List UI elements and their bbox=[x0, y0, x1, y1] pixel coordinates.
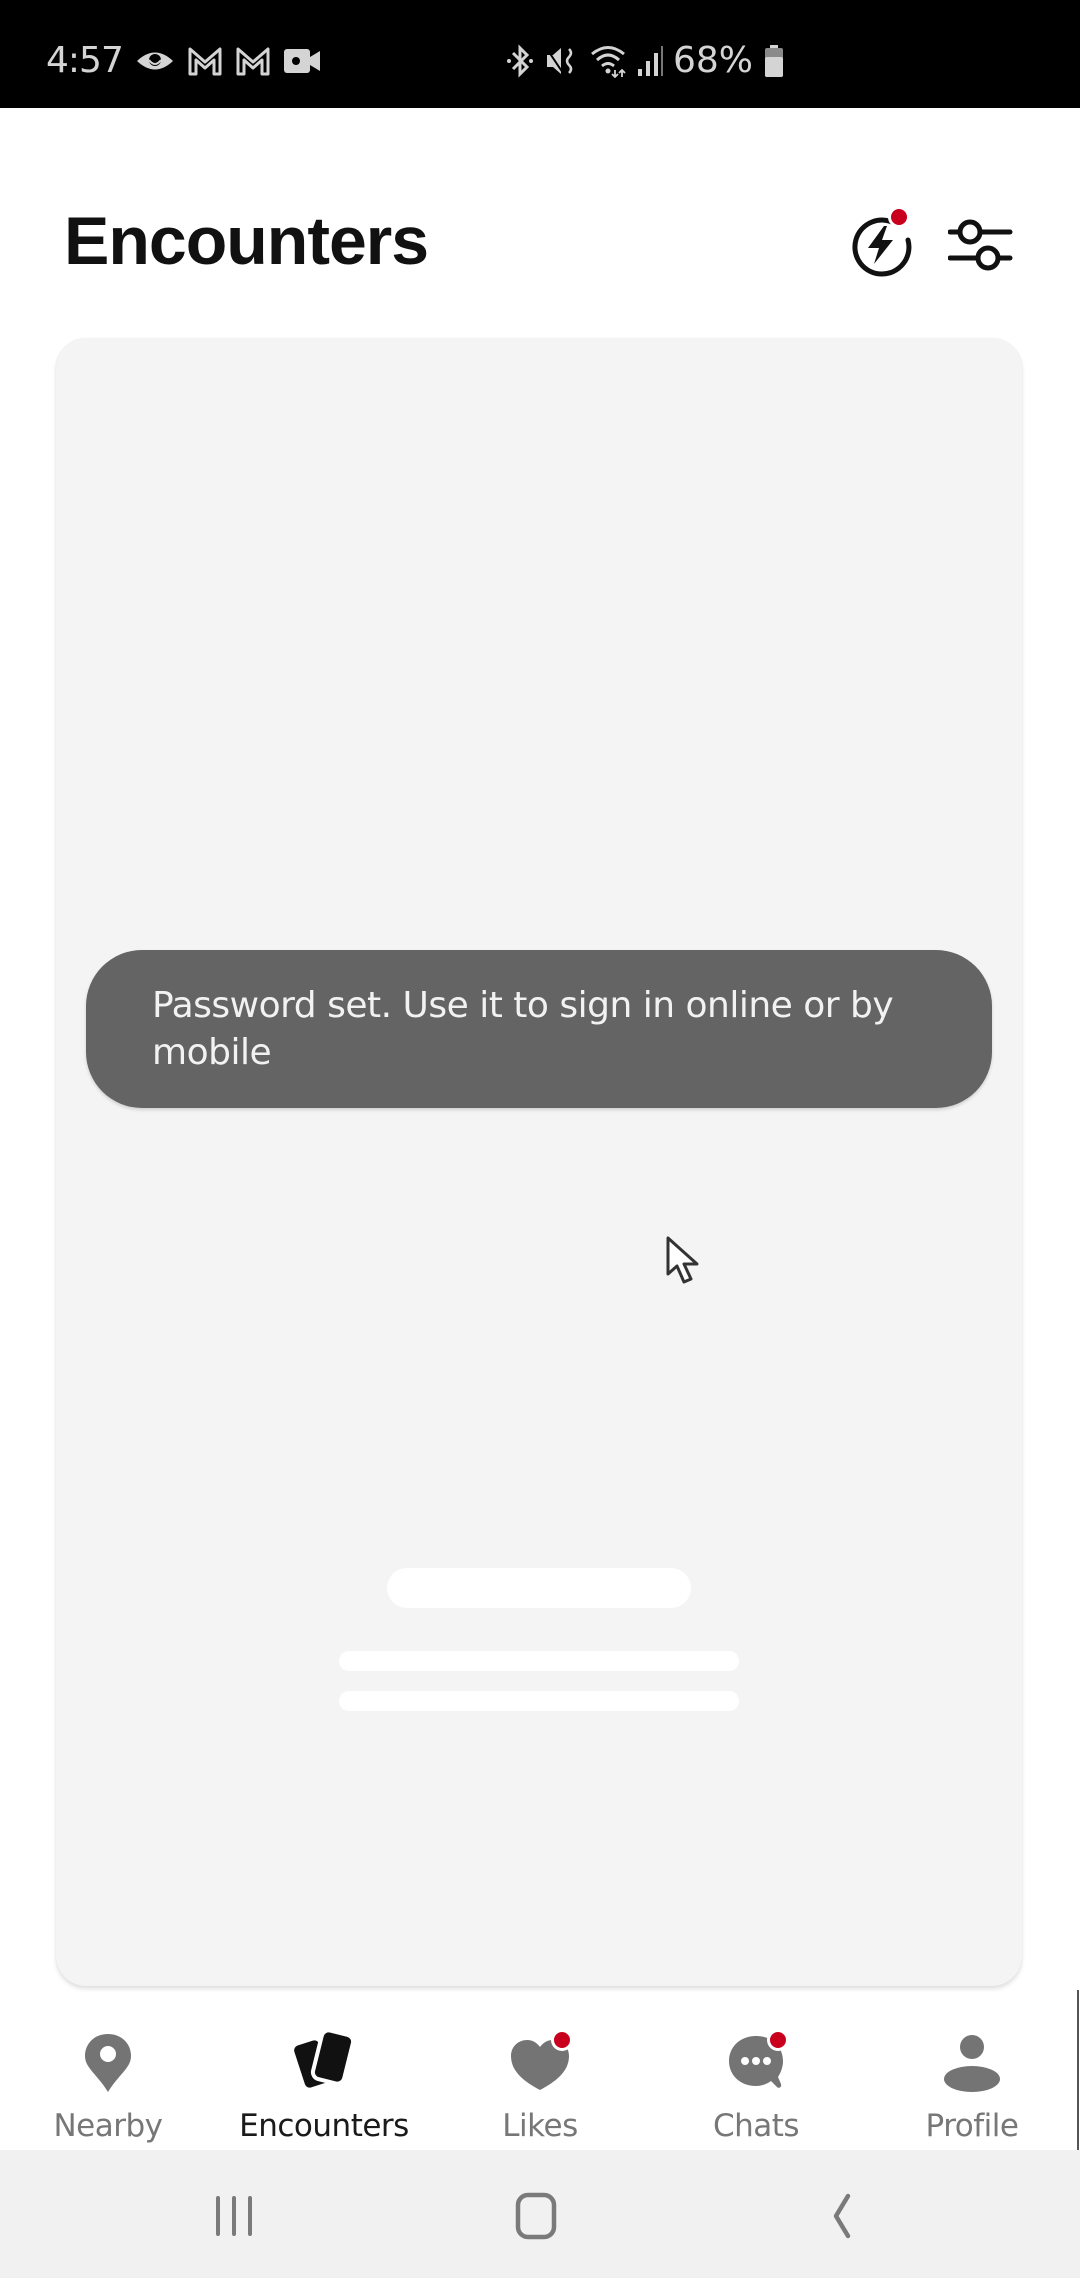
chats-notification-badge bbox=[767, 2029, 789, 2051]
status-left: 4:57 bbox=[46, 40, 321, 81]
nav-item-profile[interactable]: Profile bbox=[872, 2000, 1072, 2150]
battery-icon bbox=[765, 44, 784, 77]
nav-item-likes[interactable]: Likes bbox=[440, 2000, 640, 2150]
likes-notification-badge bbox=[551, 2029, 573, 2051]
status-bar: 4:57 68% bbox=[0, 0, 1080, 108]
battery-percent: 68% bbox=[673, 40, 754, 81]
toast-text: Password set. Use it to sign in online o… bbox=[152, 985, 894, 1073]
recent-apps-icon bbox=[216, 2196, 252, 2236]
location-pin-icon bbox=[85, 2034, 131, 2092]
status-right: 68% bbox=[505, 40, 785, 81]
nav-label-nearby: Nearby bbox=[53, 2108, 163, 2144]
gmail-icon bbox=[236, 47, 270, 75]
nav-label-encounters: Encounters bbox=[239, 2108, 409, 2144]
toast-message: Password set. Use it to sign in online o… bbox=[86, 950, 992, 1108]
nav-label-chats: Chats bbox=[712, 2108, 800, 2144]
nav-label-profile: Profile bbox=[925, 2108, 1019, 2144]
wifi-icon bbox=[591, 45, 626, 78]
eye-icon bbox=[136, 52, 173, 69]
bottom-nav: Nearby Encounters Likes Chats Profile bbox=[0, 2000, 1080, 2150]
divider bbox=[1077, 1990, 1079, 2150]
nav-label-likes: Likes bbox=[502, 2108, 578, 2144]
nav-item-nearby[interactable]: Nearby bbox=[8, 2000, 208, 2150]
back-icon bbox=[833, 2193, 851, 2239]
encounter-card[interactable] bbox=[56, 338, 1022, 1986]
home-icon bbox=[515, 2192, 557, 2240]
boost-button[interactable] bbox=[846, 206, 916, 280]
mute-icon bbox=[546, 47, 573, 74]
nav-item-chats[interactable]: Chats bbox=[656, 2000, 856, 2150]
video-camera-icon bbox=[283, 48, 320, 73]
page-title: Encounters bbox=[64, 203, 429, 279]
cards-icon bbox=[294, 2030, 356, 2088]
skeleton-line bbox=[339, 1691, 739, 1711]
gmail-icon bbox=[188, 47, 222, 75]
skeleton-name-placeholder bbox=[387, 1568, 691, 1608]
home-button[interactable] bbox=[496, 2184, 576, 2248]
nav-item-encounters[interactable]: Encounters bbox=[224, 2000, 424, 2150]
status-time: 4:57 bbox=[46, 40, 124, 81]
recent-apps-button[interactable] bbox=[194, 2184, 274, 2248]
mouse-cursor-icon bbox=[666, 1236, 699, 1284]
filter-button[interactable] bbox=[947, 214, 1020, 276]
sliders-icon bbox=[947, 219, 1013, 271]
person-icon bbox=[944, 2035, 1000, 2092]
skeleton-line bbox=[339, 1651, 739, 1671]
signal-icon bbox=[638, 45, 663, 76]
back-button[interactable] bbox=[800, 2184, 880, 2248]
boost-notification-badge bbox=[888, 206, 910, 228]
bluetooth-icon bbox=[507, 43, 533, 78]
system-nav-bar bbox=[0, 2150, 1080, 2278]
